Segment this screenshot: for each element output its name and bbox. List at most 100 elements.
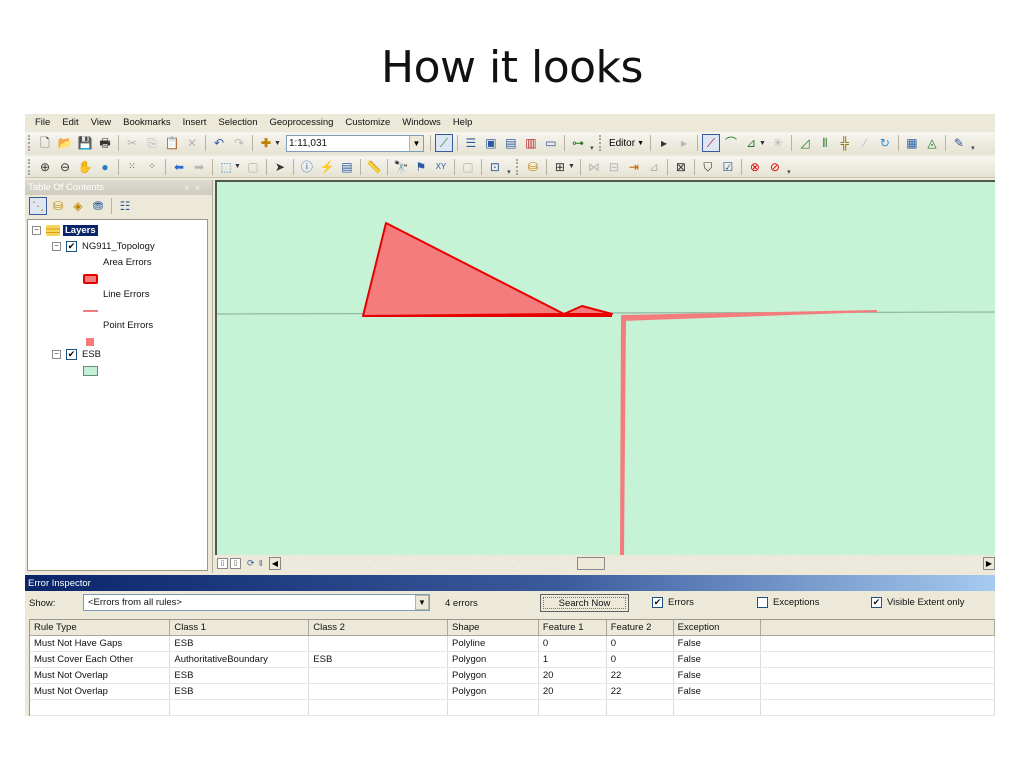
table-of-contents-icon[interactable]: ☰: [462, 134, 480, 152]
exceptions-checkbox[interactable]: Exceptions: [757, 597, 819, 608]
modelbuilder-icon[interactable]: ⊶: [569, 134, 587, 152]
catalog-icon[interactable]: ▣: [482, 134, 500, 152]
hyperlink-icon[interactable]: ⚡: [318, 158, 336, 176]
collapse-icon[interactable]: −: [52, 241, 61, 251]
layer-visibility-checkbox[interactable]: ✔: [66, 240, 77, 252]
cut-icon[interactable]: ✂: [123, 134, 141, 152]
layer-visibility-checkbox[interactable]: ✔: [66, 348, 77, 360]
toolbar-overflow-icon[interactable]: ▾: [505, 158, 513, 176]
errors-checkbox[interactable]: ✔ Errors: [652, 597, 694, 608]
save-icon[interactable]: 💾: [76, 134, 94, 152]
layer-ng911-topology[interactable]: − ✔ NG911_Topology: [52, 239, 155, 253]
add-data-icon[interactable]: ✚: [257, 134, 275, 152]
close-icon[interactable]: ×: [195, 183, 206, 193]
topology-edit-tool-icon[interactable]: ⊞: [551, 158, 569, 176]
sketch-properties-icon[interactable]: ◬: [923, 134, 941, 152]
toolbar-grip[interactable]: [598, 135, 603, 151]
pin-icon[interactable]: ᵠ: [185, 183, 195, 193]
arctoolbox-icon[interactable]: ▥: [522, 134, 540, 152]
fixed-zoom-in-icon[interactable]: ⁙: [123, 158, 141, 176]
forward-extent-icon[interactable]: ➡: [190, 158, 208, 176]
scroll-right-icon[interactable]: ▶: [983, 556, 995, 570]
chevron-down-icon[interactable]: ▼: [408, 135, 423, 151]
list-by-selection-icon[interactable]: ⛃: [89, 197, 107, 215]
checkbox-checked-icon[interactable]: ✔: [871, 597, 882, 608]
generalize-icon[interactable]: ⊿: [645, 158, 663, 176]
search-window-icon[interactable]: ▤: [502, 134, 520, 152]
horizontal-scrollbar[interactable]: [281, 556, 983, 570]
checkbox-checked-icon[interactable]: ✔: [652, 597, 663, 608]
point-errors-swatch[interactable]: [86, 338, 94, 346]
editor-menu-button[interactable]: Editor ▼: [606, 138, 647, 149]
find-icon[interactable]: 🔭: [392, 158, 410, 176]
split-tool-icon[interactable]: ∕: [856, 134, 874, 152]
chevron-down-icon[interactable]: ▼: [274, 140, 281, 147]
list-by-visibility-icon[interactable]: ◈: [69, 197, 87, 215]
table-row[interactable]: Must Not Have Gaps ESB Polyline 0 0 Fals…: [30, 635, 995, 652]
table-row[interactable]: Must Not Overlap ESB Polygon 20 22 False: [30, 683, 995, 700]
map-canvas[interactable]: [217, 182, 995, 557]
pan-icon[interactable]: ✋: [76, 158, 94, 176]
back-extent-icon[interactable]: ⬅: [170, 158, 188, 176]
layout-view-icon[interactable]: ▯: [230, 557, 241, 569]
menu-bookmarks[interactable]: Bookmarks: [117, 117, 177, 128]
chevron-down-icon[interactable]: ▼: [234, 163, 241, 170]
zoom-in-icon[interactable]: ⊕: [36, 158, 54, 176]
fix-topology-error-icon[interactable]: ⊠: [672, 158, 690, 176]
menu-insert[interactable]: Insert: [177, 117, 213, 128]
create-features-icon[interactable]: ✎: [950, 134, 968, 152]
checkbox-unchecked-icon[interactable]: [757, 597, 768, 608]
menu-view[interactable]: View: [85, 117, 117, 128]
html-popup-icon[interactable]: ▤: [338, 158, 356, 176]
layer-name[interactable]: NG911_Topology: [82, 241, 155, 252]
redo-icon[interactable]: ↷: [230, 134, 248, 152]
toolbar-grip[interactable]: [515, 158, 520, 175]
menu-geoprocessing[interactable]: Geoprocessing: [263, 117, 339, 128]
cut-polygons-icon[interactable]: ╬: [836, 134, 854, 152]
planarize-lines-icon[interactable]: ⇥: [625, 158, 643, 176]
chevron-down-icon[interactable]: ▼: [759, 140, 766, 147]
clear-selection-icon[interactable]: ▢: [244, 158, 262, 176]
construct-features-icon[interactable]: ⊟: [605, 158, 623, 176]
editor-toolbar-icon[interactable]: ⟋: [434, 134, 453, 152]
menu-file[interactable]: File: [25, 117, 56, 128]
map-scale-combobox[interactable]: 1:11,031 ▼: [285, 134, 424, 152]
open-folder-icon[interactable]: 📂: [56, 134, 74, 152]
find-route-icon[interactable]: ⚑: [412, 158, 430, 176]
edit-tool-icon[interactable]: ▸: [655, 134, 673, 152]
column-header-feature-2[interactable]: Feature 2: [606, 620, 674, 636]
chevron-down-icon[interactable]: ▼: [568, 163, 575, 170]
trace-icon[interactable]: ⊿: [742, 134, 760, 152]
table-row[interactable]: Must Cover Each Other AuthoritativeBound…: [30, 651, 995, 668]
menu-edit[interactable]: Edit: [56, 117, 84, 128]
line-errors-swatch[interactable]: [83, 310, 98, 312]
rotate-icon[interactable]: ↻: [876, 134, 894, 152]
paste-icon[interactable]: 📋: [163, 134, 181, 152]
column-header-exception[interactable]: Exception: [673, 620, 761, 636]
scroll-left-icon[interactable]: ◀: [269, 556, 281, 570]
menu-selection[interactable]: Selection: [212, 117, 263, 128]
column-header-class-2[interactable]: Class 2: [308, 620, 448, 636]
chevron-down-icon[interactable]: ▼: [415, 595, 429, 610]
table-row[interactable]: Must Not Overlap ESB Polygon 20 22 False: [30, 667, 995, 684]
list-by-drawing-order-icon[interactable]: ⋱: [29, 197, 47, 215]
go-to-xy-icon[interactable]: XY: [432, 158, 450, 176]
show-shared-features-icon[interactable]: ⋈: [585, 158, 603, 176]
undo-icon[interactable]: ↶: [210, 134, 228, 152]
layer-esb[interactable]: − ✔ ESB: [52, 347, 101, 361]
print-icon[interactable]: 🖶: [96, 134, 114, 152]
map-view[interactable]: [215, 180, 995, 555]
column-header-shape[interactable]: Shape: [447, 620, 539, 636]
toolbar-overflow-icon[interactable]: ▾: [588, 134, 596, 152]
toolbar-overflow-icon[interactable]: ▾: [785, 158, 793, 176]
column-header-class-1[interactable]: Class 1: [169, 620, 310, 636]
edit-vertices-icon[interactable]: ◿: [796, 134, 814, 152]
collapse-icon[interactable]: −: [32, 225, 41, 235]
menu-customize[interactable]: Customize: [339, 117, 396, 128]
fix-error-tool-icon[interactable]: ⊗: [746, 158, 764, 176]
create-viewer-icon[interactable]: ⊡: [486, 158, 504, 176]
layers-root[interactable]: − Layers: [32, 223, 98, 237]
esb-swatch[interactable]: [83, 366, 98, 376]
column-header-rule-type[interactable]: Rule Type: [30, 620, 171, 636]
column-header-feature-1[interactable]: Feature 1: [538, 620, 607, 636]
